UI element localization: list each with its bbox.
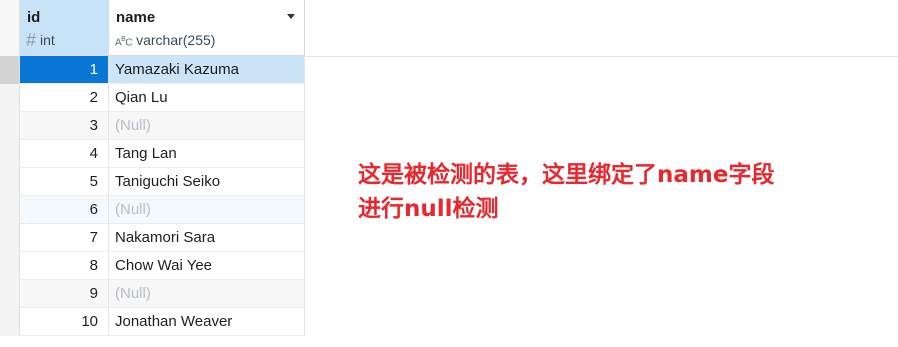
column-title: name	[116, 9, 156, 26]
column-type: # int	[26, 30, 55, 50]
cell-id[interactable]: 9	[20, 280, 109, 308]
cell-name[interactable]: Tang Lan	[109, 140, 305, 168]
dropdown-arrow-icon[interactable]	[287, 14, 295, 19]
row-indicator-selected[interactable]	[0, 56, 19, 84]
annotation-line-2: 进行null检测	[358, 196, 499, 222]
cell-id[interactable]: 7	[20, 224, 109, 252]
annotation-line-1: 这是被检测的表，这里绑定了name字段	[358, 162, 775, 188]
hash-icon: #	[26, 30, 37, 50]
table-row[interactable]: 2 Qian Lu	[20, 84, 305, 112]
table-row[interactable]: 8 Chow Wai Yee	[20, 252, 305, 280]
cell-name[interactable]: Yamazaki Kazuma	[109, 56, 305, 84]
row-indicator-column	[0, 0, 20, 336]
table-row[interactable]: 7 Nakamori Sara	[20, 224, 305, 252]
cell-name-null[interactable]: (Null)	[109, 280, 305, 308]
cell-name[interactable]: Taniguchi Seiko	[109, 168, 305, 196]
cell-name[interactable]: Jonathan Weaver	[109, 308, 305, 336]
cell-name-null[interactable]: (Null)	[109, 196, 305, 224]
cell-id[interactable]: 10	[20, 308, 109, 336]
cell-id[interactable]: 1	[20, 56, 109, 84]
column-header-name[interactable]: name ABC varchar(255)	[109, 0, 305, 56]
annotation-text: 这是被检测的表，这里绑定了name字段 进行null检测	[358, 158, 878, 226]
header-band-empty	[305, 0, 898, 57]
column-header-id[interactable]: id # int	[20, 0, 109, 56]
abc-icon: ABC	[115, 35, 133, 49]
table-row[interactable]: 1 Yamazaki Kazuma	[20, 56, 305, 84]
cell-id[interactable]: 4	[20, 140, 109, 168]
cell-id[interactable]: 2	[20, 84, 109, 112]
cell-id[interactable]: 5	[20, 168, 109, 196]
table-row[interactable]: 3 (Null)	[20, 112, 305, 140]
cell-name[interactable]: Nakamori Sara	[109, 224, 305, 252]
cell-id[interactable]: 3	[20, 112, 109, 140]
cell-id[interactable]: 6	[20, 196, 109, 224]
cell-id[interactable]: 8	[20, 252, 109, 280]
table-row[interactable]: 9 (Null)	[20, 280, 305, 308]
cell-name[interactable]: Chow Wai Yee	[109, 252, 305, 280]
table-row[interactable]: 6 (Null)	[20, 196, 305, 224]
cell-name[interactable]: Qian Lu	[109, 84, 305, 112]
column-type-label: varchar(255)	[136, 32, 216, 48]
table-row[interactable]: 5 Taniguchi Seiko	[20, 168, 305, 196]
column-type-label: int	[40, 32, 55, 48]
table-row[interactable]: 4 Tang Lan	[20, 140, 305, 168]
column-title: id	[27, 9, 41, 26]
page: id # int name ABC varchar(255) 1 Yamazak…	[0, 0, 898, 347]
row-indicator-header	[0, 0, 19, 57]
cell-name-null[interactable]: (Null)	[109, 112, 305, 140]
column-type: ABC varchar(255)	[115, 32, 215, 48]
table-row[interactable]: 10 Jonathan Weaver	[20, 308, 305, 336]
